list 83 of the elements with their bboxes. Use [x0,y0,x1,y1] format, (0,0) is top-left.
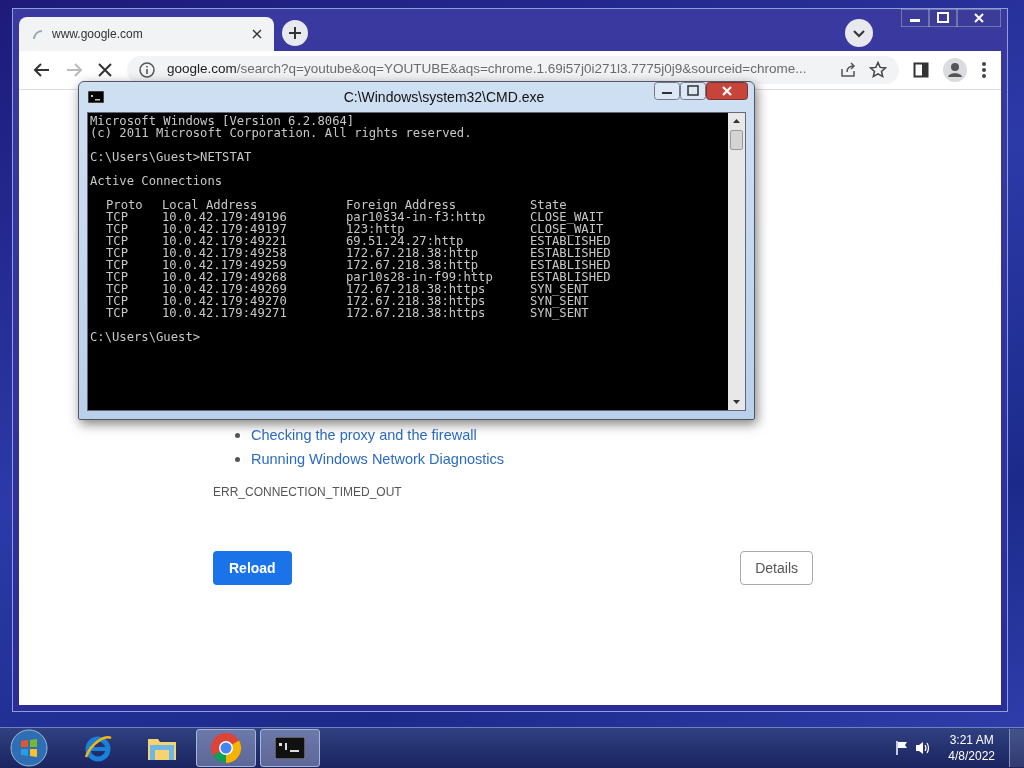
console-line: Microsoft Windows [Version 6.2.8064] [90,115,356,127]
minimize-button[interactable] [901,9,929,27]
tab-title: www.google.com [52,27,144,41]
table-cell-text: 172.67.218.38:http [346,259,479,271]
table-cell-text: TCP [106,223,129,235]
console-line: (c) 2011 Microsoft Corporation. All rights reserved. [90,127,473,139]
start-button[interactable] [10,729,48,767]
table-cell-text: TCP [106,259,129,271]
table-cell-text: 10.0.42.179:49269 [162,283,288,295]
close-icon[interactable] [252,29,262,39]
table-cell-text: 172.67.218.38:https [346,283,486,295]
table-cell-text: par10s34-in-f3:http [346,211,487,223]
maximize-button[interactable] [680,82,706,100]
back-icon[interactable] [33,61,51,79]
reload-button[interactable]: Reload [213,551,292,585]
window-title: C:\Windows\system32\CMD.exe [342,89,546,105]
table-cell-text: 69.51.24.27:http [346,235,464,247]
table-cell-text: 10.0.42.179:49259 [162,259,288,271]
table-cell-text: 10.0.42.179:49196 [162,211,288,223]
table-cell: ESTABLISHED [530,247,611,259]
info-icon [139,62,155,78]
tab-search-button[interactable] [845,19,873,47]
help-link[interactable]: Running Windows Network Diagnostics [251,451,505,467]
help-link[interactable]: Checking the proxy and the firewall [251,427,477,443]
table-cell-text: 123:http [346,223,405,235]
table-cell-text: 10.0.42.179:49197 [162,223,288,235]
table-cell-text: 10.0.42.179:49258 [162,247,288,259]
url-text: google.com/search?q=youtube&oq=YOUTUBE&aqs=chrome.1.69i57j0i271l3.7775j0j9&sourceid=chrome... [167,61,808,76]
table-cell-text: TCP [106,211,129,223]
table-cell: ESTABLISHED [530,271,611,283]
table-cell-text: TCP [106,271,129,283]
side-panel-icon[interactable] [913,62,929,78]
star-icon[interactable] [869,61,887,79]
table-cell: CLOSE_WAIT [530,211,604,223]
console-icon [88,91,104,103]
table-cell-text: TCP [106,247,129,259]
table-cell: ESTABLISHED [530,235,611,247]
table-cell-text: 10.0.42.179:49271 [162,307,288,319]
table-cell-text: TCP [106,235,129,247]
table-cell-text: 172.67.218.38:https [346,307,487,319]
table-cell: SYN_SENT [530,307,589,319]
table-cell-text: 10.0.42.179:49270 [162,295,288,307]
profile-icon[interactable] [943,58,967,82]
table-cell-text: 10.0.42.179:49268 [162,271,288,283]
table-cell: SYN_SENT [530,283,589,295]
taskbar-button[interactable] [260,729,320,767]
console-icon [275,737,305,759]
clock-time[interactable]: 3:21 AM [949,732,994,748]
column-header: Local Address [162,199,259,211]
close-button[interactable] [957,9,1001,27]
clock-date[interactable]: 4/8/2022 [948,748,995,764]
column-header: State [530,199,567,211]
table-cell: SYN_SENT [530,295,589,307]
share-icon[interactable] [839,61,857,79]
close-button[interactable] [706,82,748,100]
details-button[interactable]: Details [740,551,813,585]
table-cell-text: TCP [106,307,129,319]
console-line: C:\Users\Guest> [90,331,202,343]
scroll-thumb[interactable] [730,130,743,150]
new-tab-button[interactable] [282,20,308,46]
chrome-icon [210,732,242,764]
table-cell-text: 172.67.218.38:http [346,247,480,259]
browser-tab[interactable]: www.google.com [19,17,274,51]
menu-icon[interactable] [981,61,987,79]
minimize-button[interactable] [654,82,680,100]
maximize-button[interactable] [929,9,957,27]
stop-icon[interactable] [97,62,113,78]
table-cell-text: TCP [106,295,129,307]
table-cell: ESTABLISHED [530,259,611,271]
console-line: Active Connections [90,175,224,187]
console-line: C:\Users\Guest>NETSTAT [90,151,253,163]
table-cell: CLOSE_WAIT [530,223,604,235]
error-code: ERR_CONNECTION_TIMED_OUT [213,485,403,499]
column-header: Foreign Address [346,199,457,211]
table-cell-text: TCP [106,283,129,295]
address-bar[interactable]: google.com/search?q=youtube&oq=YOUTUBE&aqs=chrome.1.69i57j0i271l3.7775j0j9&sourceid=chrome... [127,56,899,84]
table-cell-text: 10.0.42.179:49221 [162,235,288,247]
table-cell-text: 172.67.218.38:https [346,295,487,307]
column-header: Proto [106,199,144,211]
table-cell-text: par10s28-in-f99:http [346,271,494,283]
scrollbar[interactable] [728,113,745,410]
show-desktop-button[interactable] [1009,729,1024,767]
browser-e-icon [83,733,113,763]
